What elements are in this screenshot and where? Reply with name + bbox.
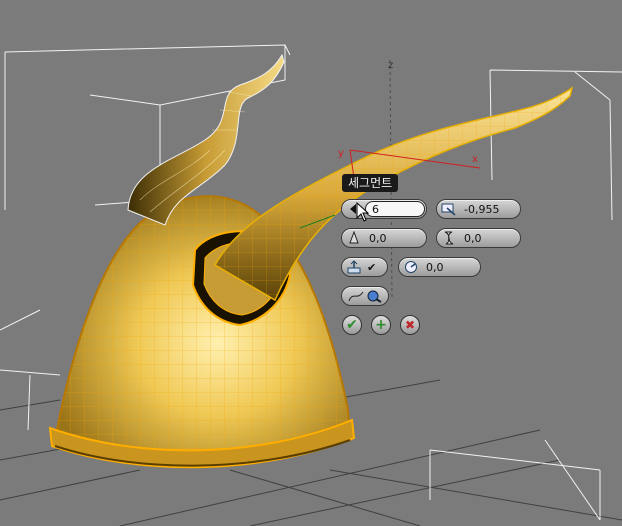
rotation-value: 0,0 bbox=[426, 260, 444, 274]
rotation-control[interactable]: 0,0 bbox=[398, 257, 481, 277]
cancel-button[interactable]: ✖ bbox=[400, 315, 420, 335]
offset-control[interactable]: -0,955 bbox=[436, 199, 521, 219]
extrude-along-path-icon bbox=[345, 288, 385, 304]
axis-z-label: z bbox=[388, 60, 393, 71]
perspective-viewport[interactable]: y x z 세그먼트 6 -0,955 0,0 0,0 ✔ 0,0 ✔ + ✖ bbox=[0, 0, 622, 526]
apply-button[interactable]: + bbox=[371, 315, 391, 335]
axis-y-label: y bbox=[338, 148, 344, 159]
taper-value: 0,0 bbox=[369, 231, 387, 245]
twist-icon bbox=[440, 230, 458, 246]
segments-value: 6 bbox=[372, 202, 379, 216]
align-checkmark: ✔ bbox=[367, 260, 377, 274]
offset-value: -0,955 bbox=[464, 202, 500, 216]
twist-control[interactable]: 0,0 bbox=[436, 228, 521, 248]
offset-icon bbox=[440, 201, 458, 217]
axis-x-label: x bbox=[472, 154, 478, 165]
taper-control[interactable]: 0,0 bbox=[341, 228, 427, 248]
scene-3d: y x z bbox=[0, 44, 622, 526]
rotation-icon bbox=[402, 259, 420, 275]
segments-field[interactable]: 6 bbox=[365, 201, 425, 217]
segments-control[interactable]: 6 bbox=[341, 199, 427, 219]
pick-path-button[interactable] bbox=[341, 286, 389, 306]
align-to-normal-toggle[interactable]: ✔ bbox=[341, 257, 388, 277]
twist-value: 0,0 bbox=[464, 231, 482, 245]
taper-icon bbox=[345, 230, 363, 246]
align-to-normal-icon bbox=[345, 259, 363, 275]
segments-tooltip: 세그먼트 bbox=[342, 174, 399, 192]
mouse-cursor-icon bbox=[356, 202, 370, 222]
ok-button[interactable]: ✔ bbox=[342, 315, 362, 335]
